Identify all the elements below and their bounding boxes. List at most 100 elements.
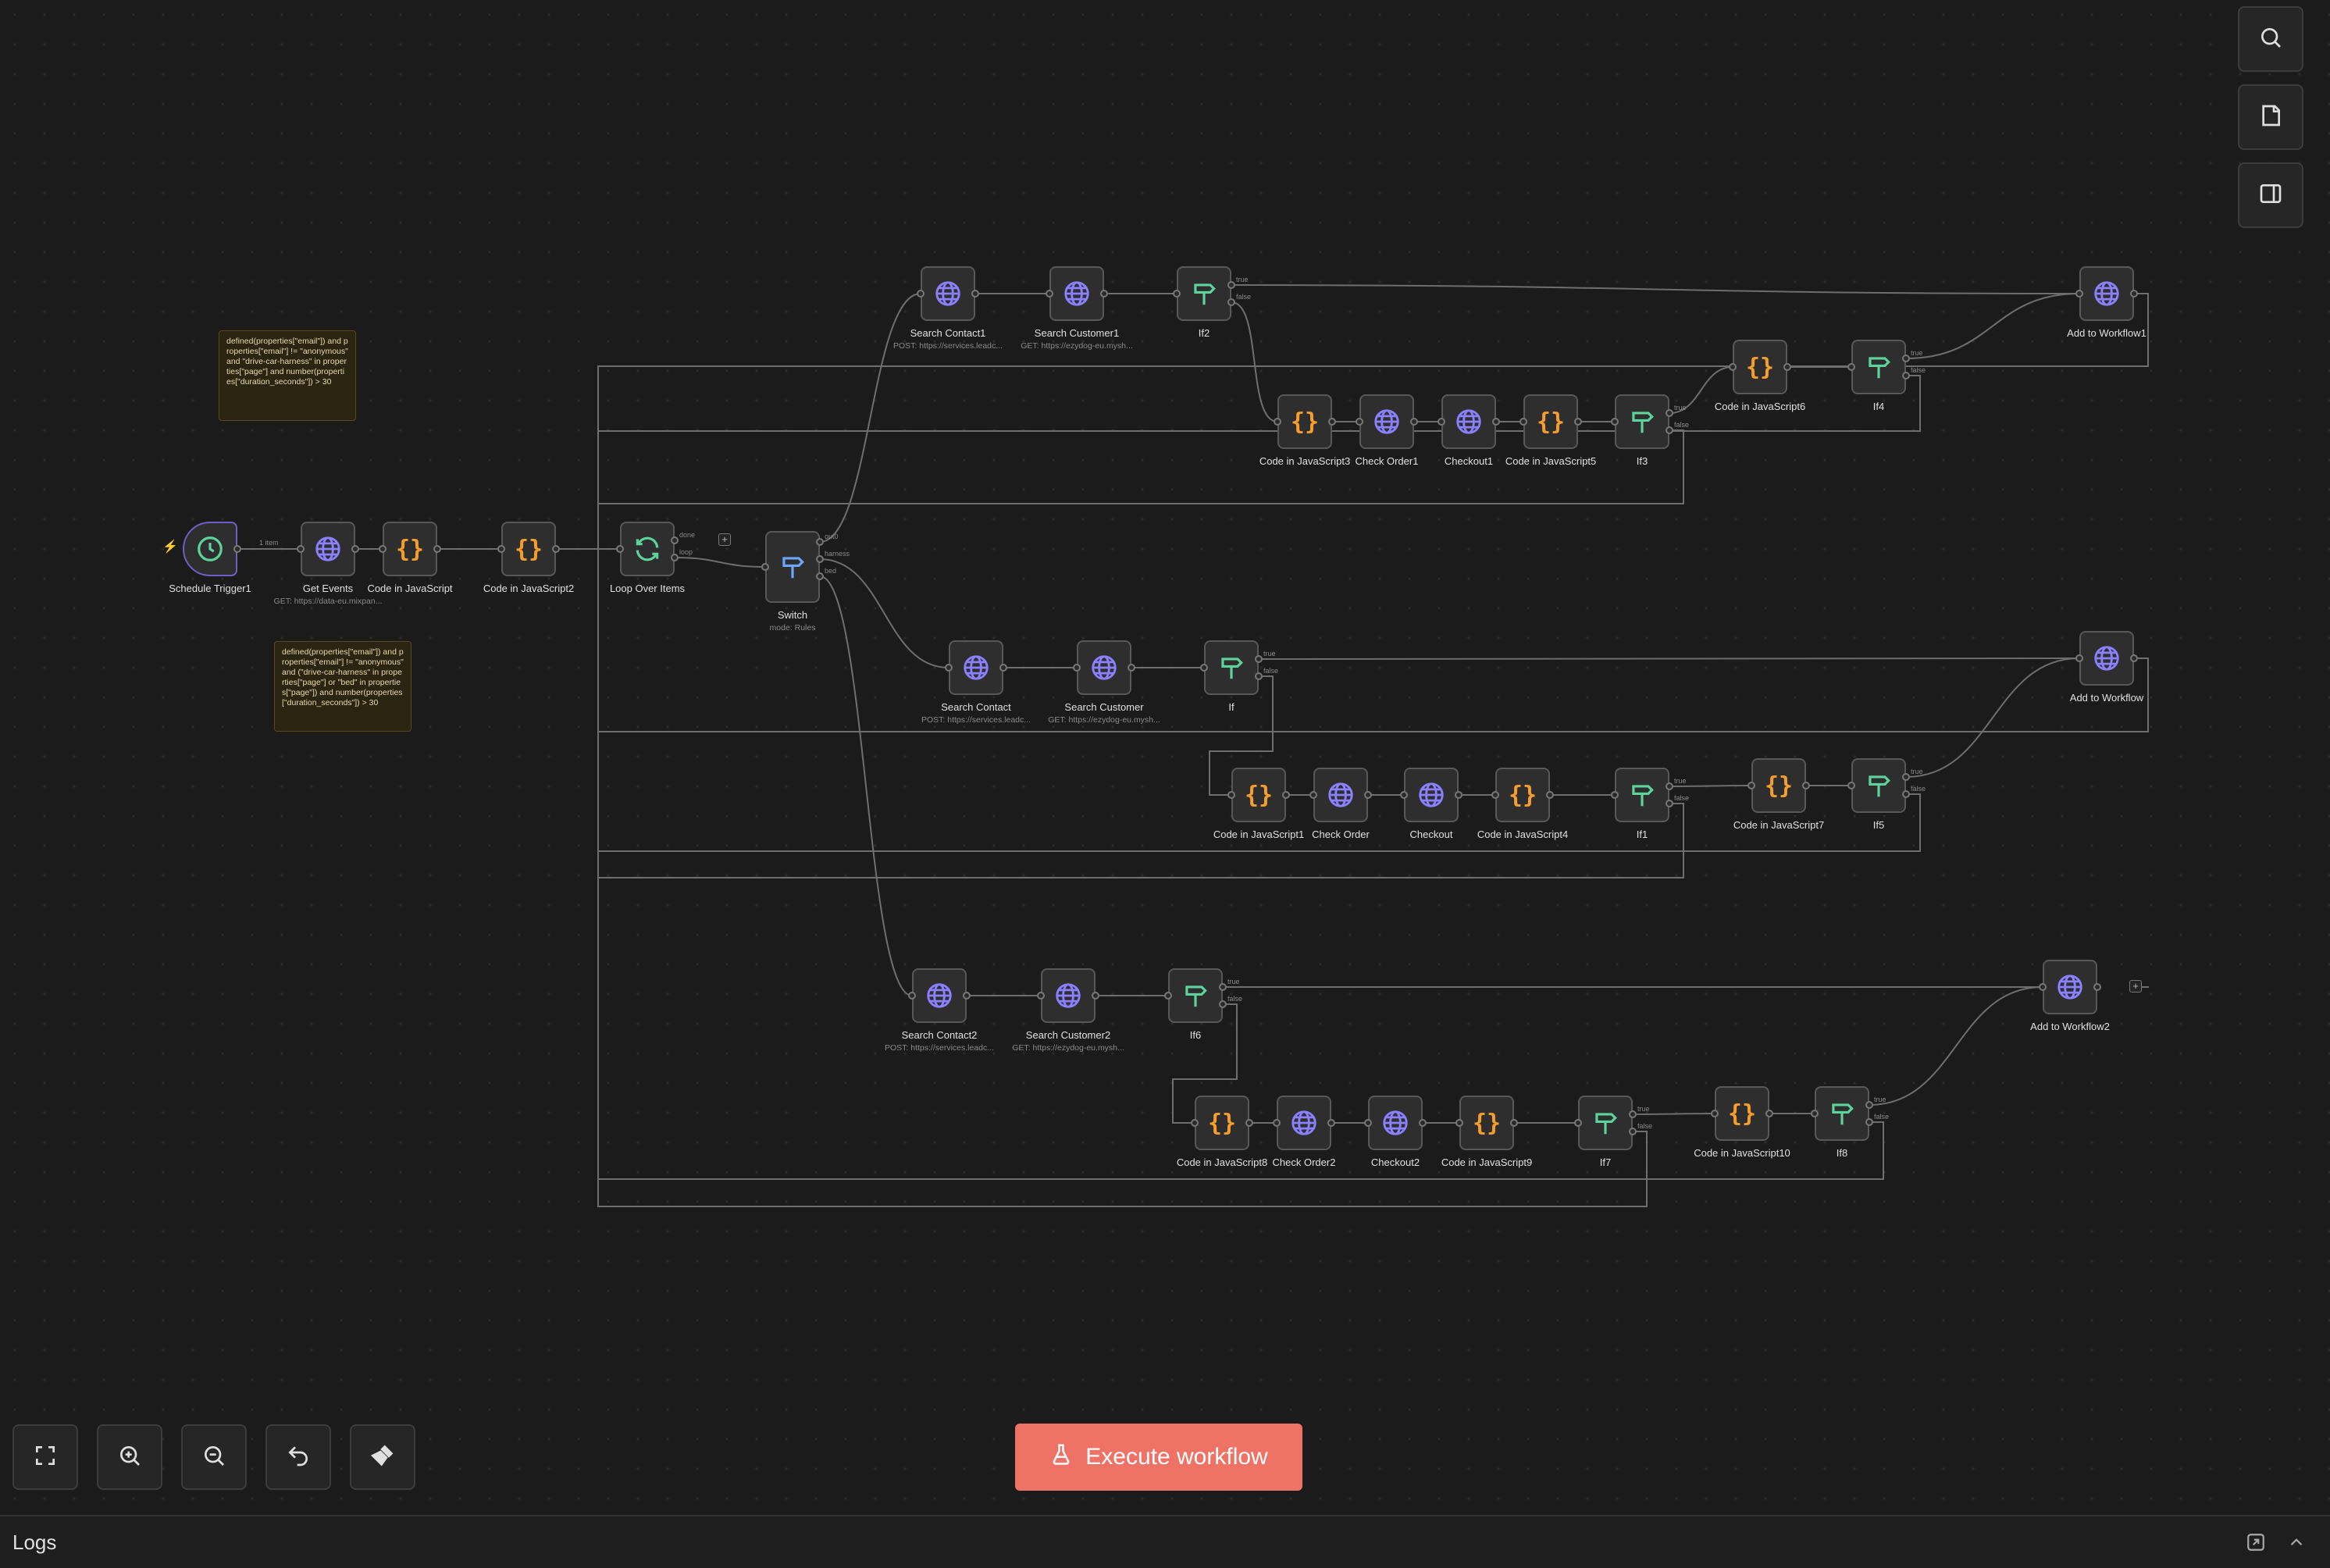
node-if5[interactable]: [1851, 758, 1906, 813]
sticky-note[interactable]: defined(properties["email"]) and propert…: [219, 330, 356, 421]
input-port[interactable]: [1364, 1119, 1372, 1127]
output-port[interactable]: [816, 572, 824, 580]
output-port[interactable]: [1510, 1119, 1518, 1127]
node-schedule[interactable]: [183, 522, 237, 576]
output-port[interactable]: [2130, 290, 2138, 298]
pop-out-icon[interactable]: [2246, 1532, 2266, 1552]
output-port[interactable]: [2093, 983, 2101, 991]
connection-line[interactable]: [819, 576, 913, 996]
output-port[interactable]: [1902, 773, 1910, 781]
node-check-order[interactable]: [1313, 768, 1368, 822]
connection-line[interactable]: [597, 548, 2149, 732]
execute-workflow-button[interactable]: Execute workflow: [1015, 1424, 1302, 1491]
node-switch[interactable]: [765, 531, 820, 603]
input-port[interactable]: [1455, 1119, 1463, 1127]
node-add-wf[interactable]: [2079, 631, 2134, 686]
input-port[interactable]: [1073, 664, 1081, 672]
output-port[interactable]: [1219, 983, 1227, 991]
input-port[interactable]: [761, 563, 769, 571]
output-port[interactable]: [963, 992, 971, 1000]
node-search-customer1[interactable]: [1049, 266, 1104, 321]
connection-line[interactable]: [1905, 657, 2080, 778]
output-port[interactable]: [816, 555, 824, 563]
node-checkout2[interactable]: [1368, 1096, 1423, 1150]
output-port[interactable]: [816, 538, 824, 546]
output-port[interactable]: [1128, 664, 1135, 672]
add-node-plus-icon[interactable]: +: [2129, 980, 2142, 992]
output-port[interactable]: [671, 536, 679, 544]
output-port[interactable]: [1765, 1110, 1773, 1117]
logs-panel-bar[interactable]: Logs: [0, 1515, 2330, 1568]
node-add-wf2[interactable]: [2043, 960, 2097, 1014]
workflow-canvas[interactable]: defined(properties["email"]) and propert…: [0, 0, 2330, 1566]
search-button[interactable]: [2238, 6, 2303, 72]
node-search-customer2[interactable]: [1041, 968, 1096, 1023]
output-port[interactable]: [1255, 655, 1263, 663]
output-port[interactable]: [1328, 418, 1336, 426]
node-if8[interactable]: [1815, 1086, 1869, 1141]
output-port[interactable]: [1092, 992, 1099, 1000]
input-port[interactable]: [1164, 992, 1172, 1000]
input-port[interactable]: [1273, 1119, 1281, 1127]
input-port[interactable]: [1173, 290, 1181, 298]
input-port[interactable]: [1191, 1119, 1199, 1127]
input-port[interactable]: [497, 545, 505, 553]
chevron-up-icon[interactable]: [2286, 1532, 2307, 1552]
output-port[interactable]: [1419, 1119, 1427, 1127]
output-port[interactable]: [1574, 418, 1582, 426]
input-port[interactable]: [1611, 791, 1619, 799]
node-code-js7[interactable]: {}: [1751, 758, 1806, 813]
node-if1[interactable]: [1615, 768, 1669, 822]
sticky-note[interactable]: defined(properties["email"]) and propert…: [274, 641, 411, 732]
add-node-plus-icon[interactable]: +: [718, 533, 731, 546]
output-port[interactable]: [233, 545, 241, 553]
add-sticky-button[interactable]: [2238, 84, 2303, 150]
input-port[interactable]: [1611, 418, 1619, 426]
clear-execution-button[interactable]: [350, 1424, 415, 1490]
input-port[interactable]: [1356, 418, 1363, 426]
input-port[interactable]: [1309, 791, 1317, 799]
node-search-contact1[interactable]: [921, 266, 975, 321]
output-port[interactable]: [1629, 1128, 1637, 1135]
input-port[interactable]: [1400, 791, 1408, 799]
input-port[interactable]: [379, 545, 387, 553]
output-port[interactable]: [1492, 418, 1500, 426]
output-port[interactable]: [971, 290, 979, 298]
node-loop[interactable]: [620, 522, 675, 576]
output-port[interactable]: [1629, 1110, 1637, 1118]
node-code-js1[interactable]: {}: [1231, 768, 1286, 822]
fit-view-button[interactable]: [12, 1424, 78, 1490]
node-checkout1[interactable]: [1441, 394, 1496, 449]
undo-button[interactable]: [265, 1424, 331, 1490]
connection-line[interactable]: [1905, 293, 2080, 359]
connection-line[interactable]: [1231, 284, 2080, 294]
output-port[interactable]: [1455, 791, 1462, 799]
connection-line[interactable]: [597, 429, 1684, 550]
output-port[interactable]: [1546, 791, 1554, 799]
output-port[interactable]: [1783, 363, 1791, 371]
node-if4[interactable]: [1851, 340, 1906, 394]
input-port[interactable]: [297, 545, 305, 553]
node-get-events[interactable]: [301, 522, 355, 576]
node-if7[interactable]: [1578, 1096, 1633, 1150]
zoom-out-button[interactable]: [181, 1424, 247, 1490]
node-search-contact[interactable]: [949, 640, 1003, 695]
input-port[interactable]: [1711, 1110, 1719, 1117]
input-port[interactable]: [1729, 363, 1737, 371]
connection-line[interactable]: [674, 557, 766, 568]
zoom-in-button[interactable]: [97, 1424, 162, 1490]
node-code-js4[interactable]: {}: [1495, 768, 1550, 822]
node-if6[interactable]: [1168, 968, 1223, 1023]
input-port[interactable]: [1491, 791, 1499, 799]
input-port[interactable]: [2039, 983, 2047, 991]
connection-line[interactable]: [1258, 657, 2080, 660]
input-port[interactable]: [1847, 363, 1855, 371]
output-port[interactable]: [1902, 790, 1910, 798]
output-port[interactable]: [1219, 1000, 1227, 1008]
output-port[interactable]: [1282, 791, 1290, 799]
input-port[interactable]: [1519, 418, 1527, 426]
input-port[interactable]: [2075, 654, 2083, 662]
node-code-js[interactable]: {}: [383, 522, 437, 576]
node-code-js2[interactable]: {}: [501, 522, 556, 576]
node-if3[interactable]: [1615, 394, 1669, 449]
